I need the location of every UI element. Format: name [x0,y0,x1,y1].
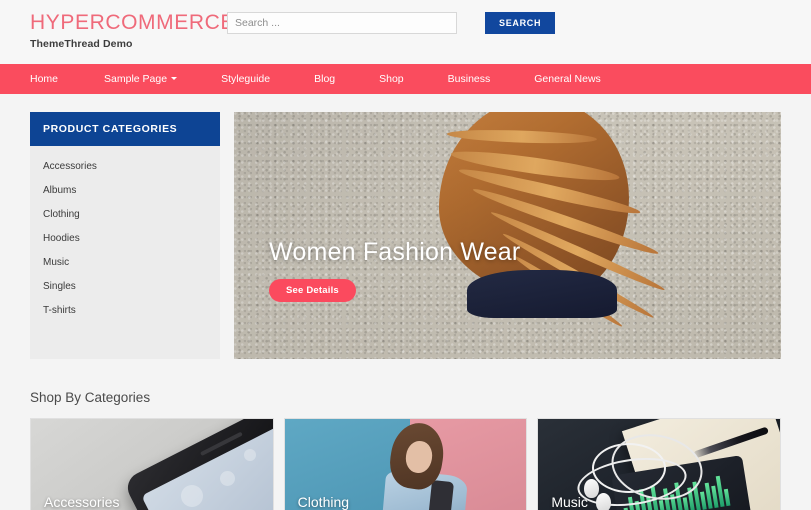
search-input[interactable] [227,12,457,34]
sidebar-item-music[interactable]: Music [30,250,220,274]
section-title: Shop By Categories [30,390,781,405]
sidebar-item-clothing[interactable]: Clothing [30,202,220,226]
site-tagline: ThemeThread Demo [30,38,235,50]
product-categories-sidebar: PRODUCT CATEGORIES Accessories Albums Cl… [30,112,220,359]
category-card-music[interactable]: Music [537,418,781,510]
category-label-accessories: Accessories [44,494,119,510]
list-item: Hoodies [30,226,220,250]
list-item: Clothing [30,202,220,226]
nav-item-sample-page-label: Sample Page [104,73,167,85]
phone-screen: f [141,418,274,510]
bokeh-light [181,485,203,507]
list-item: Accessories [30,154,220,178]
branding: HYPERCOMMERCE ThemeThread Demo [30,11,235,50]
earbud-icon [596,493,611,510]
list-item: Music [30,250,220,274]
list-item: T-shirts [30,298,220,322]
sidebar-title: PRODUCT CATEGORIES [30,112,220,146]
category-label-music: Music [551,494,588,510]
category-card-accessories[interactable]: f Accessories [30,418,274,510]
hero-caption: Women Fashion Wear See Details [269,238,520,302]
site-header: HYPERCOMMERCE ThemeThread Demo SEARCH [0,0,811,64]
nav-item-sample-page[interactable]: Sample Page [82,64,199,94]
sidebar-item-singles[interactable]: Singles [30,274,220,298]
nav-item-home[interactable]: Home [30,64,82,94]
site-title[interactable]: HYPERCOMMERCE [30,11,235,35]
hero-title: Women Fashion Wear [269,238,520,267]
list-item: Albums [30,178,220,202]
sidebar-item-tshirts[interactable]: T-shirts [30,298,220,322]
sidebar-item-hoodies[interactable]: Hoodies [30,226,220,250]
nav-item-shop[interactable]: Shop [357,64,426,94]
category-card-clothing[interactable]: Clothing [284,418,528,510]
chevron-down-icon [171,77,177,80]
category-card-grid: f Accessories Clothing [30,418,781,510]
main-navigation: Home Sample Page Styleguide Blog Shop Bu… [0,64,811,94]
category-label-clothing: Clothing [298,494,349,510]
hero-image-woman-fashion [234,112,781,359]
hero-overlay [234,112,781,359]
content-wrapper: PRODUCT CATEGORIES Accessories Albums Cl… [0,94,811,359]
nav-item-blog[interactable]: Blog [292,64,357,94]
search-button[interactable]: SEARCH [485,12,555,34]
see-details-button[interactable]: See Details [269,279,356,302]
hero-banner[interactable]: Women Fashion Wear See Details [234,112,781,359]
sidebar-item-albums[interactable]: Albums [30,178,220,202]
nav-item-business[interactable]: Business [426,64,513,94]
shop-by-categories-section: Shop By Categories f Accessories [0,359,811,510]
list-item: Singles [30,274,220,298]
bokeh-light [220,471,235,486]
bokeh-light [244,449,256,461]
nav-item-styleguide[interactable]: Styleguide [199,64,292,94]
nav-item-general-news[interactable]: General News [512,64,623,94]
sidebar-item-accessories[interactable]: Accessories [30,154,220,178]
search-form: SEARCH [227,12,555,34]
sidebar-list: Accessories Albums Clothing Hoodies Musi… [30,146,220,322]
